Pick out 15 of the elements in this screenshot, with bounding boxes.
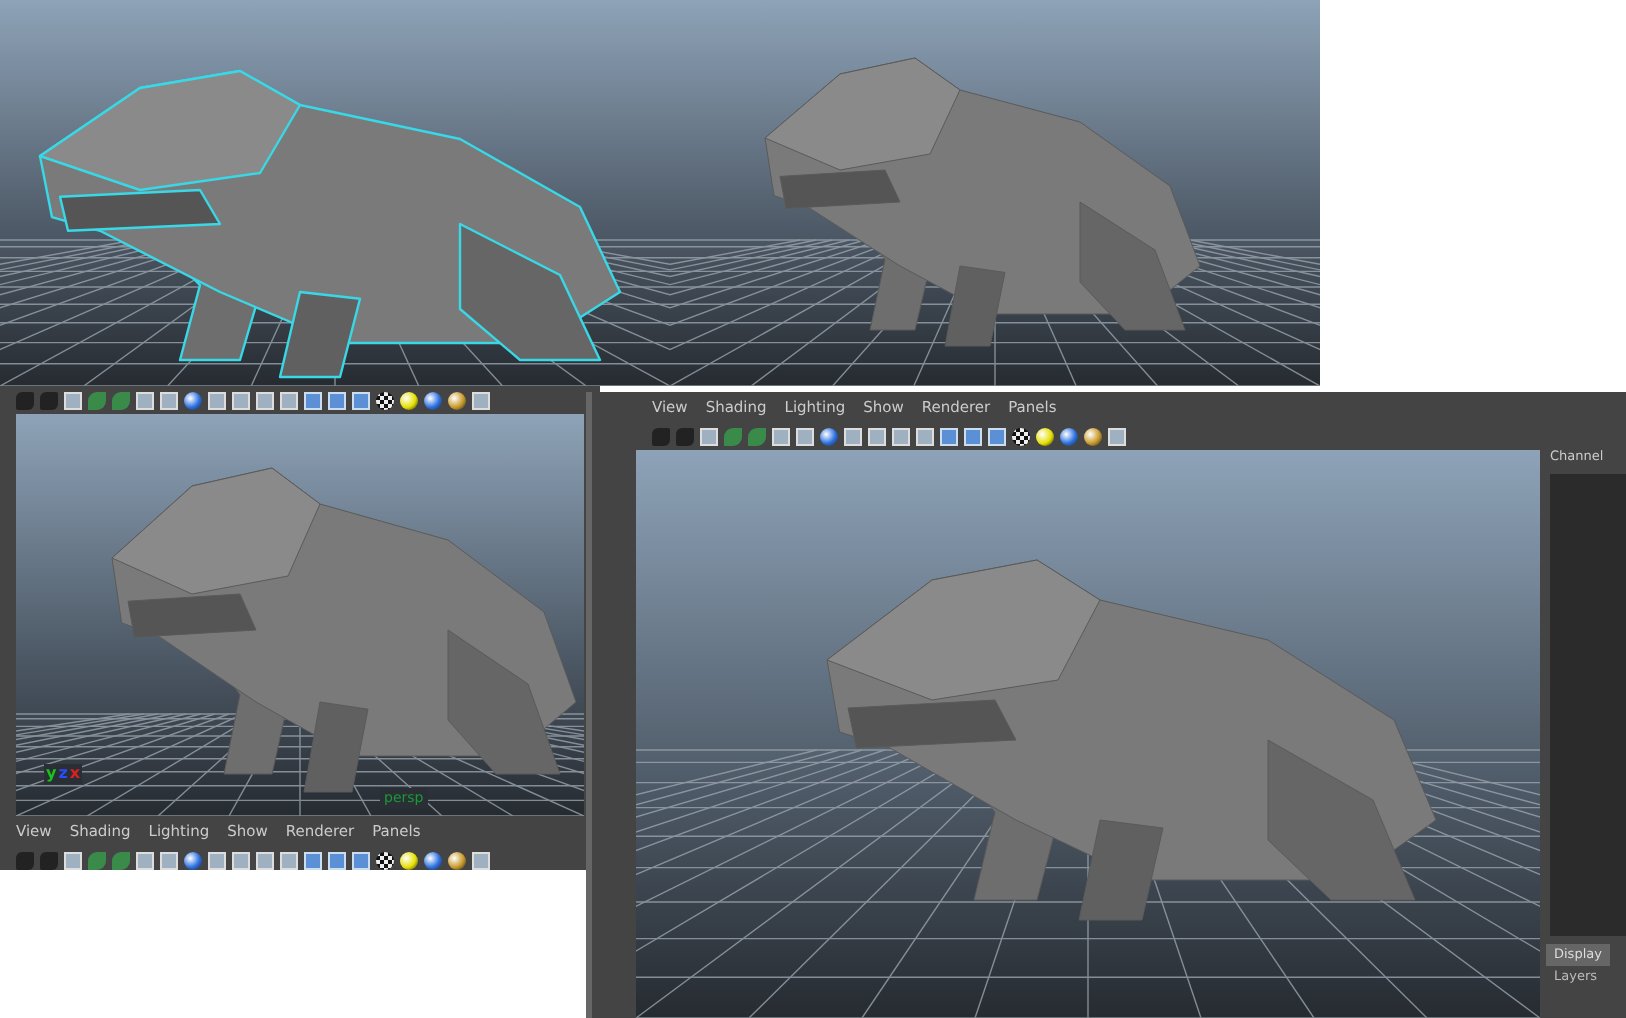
sphere-icon[interactable] [820,427,838,446]
checker-icon[interactable] [376,391,394,409]
checker-icon[interactable] [1012,427,1030,446]
axis-label: x [69,766,81,782]
axis-label: z [58,766,68,782]
panel-icon[interactable] [472,391,490,409]
panel-icon[interactable] [1108,427,1126,446]
sphere-icon[interactable] [184,851,202,870]
panel-icon[interactable] [700,427,718,446]
axis-label: y [46,766,57,782]
checker-icon[interactable] [376,851,394,870]
panel-icon[interactable] [472,851,490,870]
panel-icon[interactable] [64,851,82,870]
panel-icon[interactable] [64,391,82,409]
sphere-icon[interactable] [184,391,202,409]
